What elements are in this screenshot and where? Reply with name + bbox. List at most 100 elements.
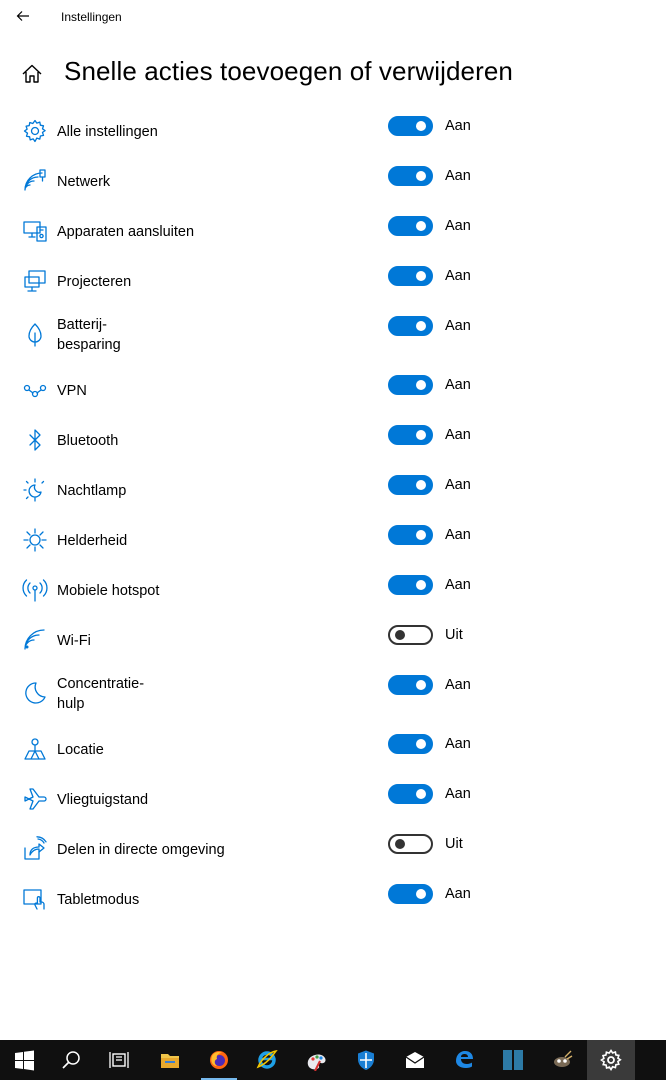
quick-action-toggle[interactable]	[388, 316, 433, 336]
taskbar-button[interactable]	[391, 1040, 439, 1080]
brightness-icon	[22, 527, 48, 553]
taskbar-button[interactable]	[538, 1040, 586, 1080]
nearby-sharing-icon	[22, 836, 48, 862]
quick-action-row: Nachtlamp Aan	[0, 475, 666, 525]
toggle-knob	[416, 121, 426, 131]
toggle-knob	[416, 789, 426, 799]
taskbar-button[interactable]	[292, 1040, 340, 1080]
tablet-mode-icon	[22, 886, 48, 912]
quick-action-toggle[interactable]	[388, 834, 433, 854]
quick-action-row: Apparaten aansluiten Aan	[0, 216, 666, 266]
quick-action-label: Mobiele hotspot	[57, 583, 160, 599]
window-title: Instellingen	[61, 10, 122, 24]
vpn-icon	[22, 377, 48, 403]
gear-icon	[22, 118, 48, 144]
toggle-knob	[416, 480, 426, 490]
task-view-icon	[109, 1052, 129, 1068]
taskbar-button[interactable]	[195, 1040, 243, 1080]
toggle-knob	[395, 839, 405, 849]
taskbar-button[interactable]	[146, 1040, 194, 1080]
quick-action-toggle[interactable]	[388, 216, 433, 236]
connect-devices-icon	[22, 218, 48, 244]
quick-action-label: Tabletmodus	[57, 892, 140, 908]
back-arrow-icon	[16, 11, 29, 21]
quick-action-label: Bluetooth	[57, 433, 119, 449]
quick-action-toggle[interactable]	[388, 475, 433, 495]
toggle-knob	[416, 171, 426, 181]
quick-action-label: Nachtlamp	[57, 483, 127, 499]
settings-icon	[600, 1049, 622, 1071]
toggle-state-label: Aan	[445, 268, 471, 284]
quick-action-label: VPN	[57, 383, 87, 399]
toggle-knob	[416, 680, 426, 690]
quick-action-label: Vliegtuigstand	[57, 792, 149, 808]
quick-action-toggle[interactable]	[388, 375, 433, 395]
windows-security-icon	[358, 1050, 374, 1070]
quick-action-label: Wi-Fi	[57, 633, 91, 649]
search-icon	[62, 1051, 80, 1069]
taskbar-button[interactable]	[342, 1040, 390, 1080]
home-icon[interactable]	[20, 62, 46, 86]
internet-explorer-icon	[256, 1049, 278, 1069]
quick-action-label: Netwerk	[57, 174, 111, 190]
taskbar-button[interactable]	[0, 1040, 48, 1080]
quick-action-row: Bluetooth Aan	[0, 425, 666, 475]
quick-action-row: Tabletmodus Aan	[0, 884, 666, 934]
toggle-state-label: Aan	[445, 736, 471, 752]
taskbar-button[interactable]	[243, 1040, 291, 1080]
airplane-icon	[22, 786, 48, 812]
quick-action-row: Vliegtuigstand Aan	[0, 784, 666, 834]
toggle-state-label: Aan	[445, 218, 471, 234]
toggle-state-label: Aan	[445, 477, 471, 493]
night-light-icon	[22, 477, 48, 503]
gimp-icon	[554, 1050, 573, 1067]
windows-start-icon	[15, 1050, 34, 1071]
toggle-state-label: Aan	[445, 168, 471, 184]
back-button[interactable]	[10, 4, 36, 28]
toggle-state-label: Aan	[445, 786, 471, 802]
quick-action-toggle[interactable]	[388, 675, 433, 695]
focus-assist-icon	[22, 680, 48, 706]
quick-action-label: Alle instellingen	[57, 124, 158, 140]
quick-action-row: Mobiele hotspot Aan	[0, 575, 666, 625]
page-title: Snelle acties toevoegen of verwijderen	[64, 56, 513, 86]
taskbar-button[interactable]	[440, 1040, 488, 1080]
quick-action-toggle[interactable]	[388, 784, 433, 804]
quick-action-label: Batterij- besparing	[57, 317, 121, 353]
quick-action-row: VPN Aan	[0, 375, 666, 425]
quick-action-toggle[interactable]	[388, 116, 433, 136]
quick-action-row: Helderheid Aan	[0, 525, 666, 575]
project-icon	[22, 268, 48, 294]
quick-action-toggle[interactable]	[388, 884, 433, 904]
taskbar	[0, 1040, 666, 1080]
quick-action-row: Alle instellingen Aan	[0, 116, 666, 166]
location-icon	[22, 736, 48, 762]
toggle-state-label: Aan	[445, 577, 471, 593]
toggle-state-label: Aan	[445, 527, 471, 543]
quick-action-toggle[interactable]	[388, 166, 433, 186]
wifi-icon	[22, 627, 48, 653]
quick-action-toggle[interactable]	[388, 575, 433, 595]
bluetooth-icon	[22, 427, 48, 453]
firefox-icon	[210, 1051, 228, 1069]
quick-action-toggle[interactable]	[388, 734, 433, 754]
paint-icon	[307, 1054, 326, 1071]
taskbar-button[interactable]	[47, 1040, 95, 1080]
toggle-knob	[416, 889, 426, 899]
toggle-state-label: Aan	[445, 677, 471, 693]
quick-action-toggle[interactable]	[388, 625, 433, 645]
quick-action-toggle[interactable]	[388, 425, 433, 445]
quick-action-label: Delen in directe omgeving	[57, 842, 225, 858]
toggle-knob	[416, 430, 426, 440]
quick-action-toggle[interactable]	[388, 266, 433, 286]
toggle-state-label: Aan	[445, 427, 471, 443]
taskbar-button[interactable]	[489, 1040, 537, 1080]
quick-action-row: Locatie Aan	[0, 734, 666, 784]
taskbar-button[interactable]	[95, 1040, 143, 1080]
taskbar-button[interactable]	[587, 1040, 635, 1080]
quick-action-row: Projecteren Aan	[0, 266, 666, 316]
edge-icon	[456, 1051, 473, 1068]
quick-action-toggle[interactable]	[388, 525, 433, 545]
toggle-knob	[416, 271, 426, 281]
mobile-hotspot-icon	[22, 577, 48, 603]
